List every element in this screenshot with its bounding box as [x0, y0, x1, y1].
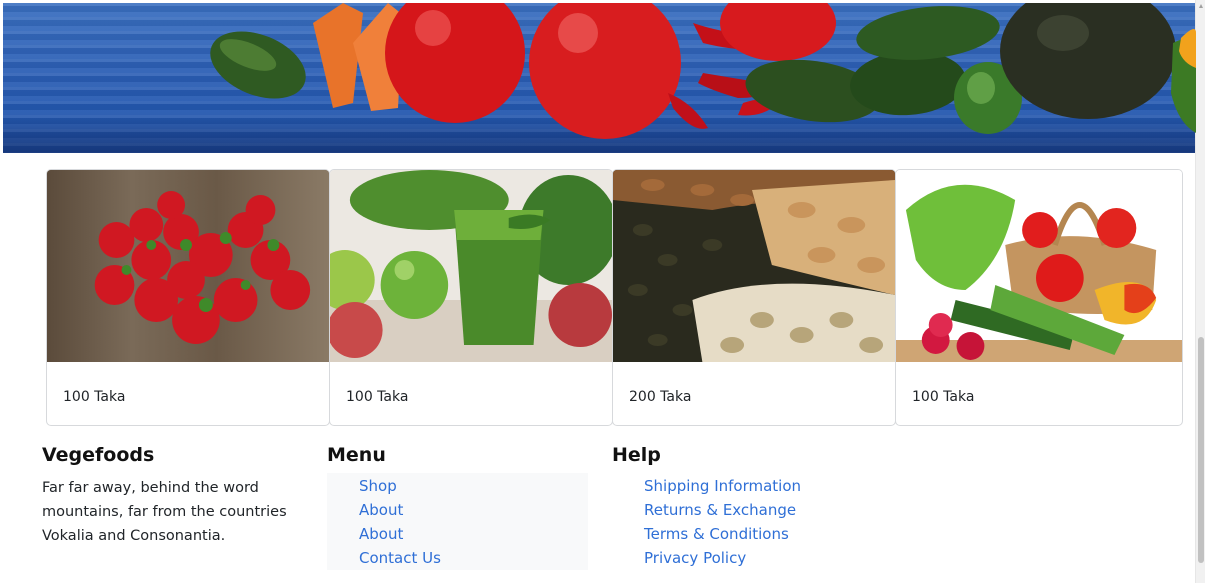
vegetables-banner-image — [210, 3, 1196, 139]
footer-brand-title: Vegefoods — [42, 444, 155, 466]
footer-menu-title: Menu — [327, 444, 386, 466]
product-card[interactable]: 200 Taka — [612, 169, 896, 426]
product-price: 100 Taka — [346, 389, 409, 405]
green-smoothie-image[interactable] — [330, 170, 612, 362]
vegetable-basket-image[interactable] — [896, 170, 1182, 362]
footer-link-contact[interactable]: Contact Us — [359, 546, 441, 570]
strawberries-image[interactable] — [47, 170, 329, 362]
footer-link-privacy[interactable]: Privacy Policy — [644, 546, 801, 570]
footer-link-returns[interactable]: Returns & Exchange — [644, 498, 801, 522]
footer-link-shipping[interactable]: Shipping Information — [644, 474, 801, 498]
scroll-up-arrow-icon[interactable] — [1199, 4, 1203, 8]
footer-link-about-2[interactable]: About — [359, 522, 441, 546]
footer-help-list: Shipping Information Returns & Exchange … — [644, 474, 801, 570]
product-price: 200 Taka — [629, 389, 692, 405]
product-cards: 100 Taka 100 Taka 200 Taka 100 Taka — [46, 169, 1184, 426]
mixed-nuts-image[interactable] — [613, 170, 895, 362]
product-card[interactable]: 100 Taka — [329, 169, 613, 426]
page-scrollbar[interactable] — [1195, 0, 1205, 583]
footer-menu-list: Shop About About Contact Us — [359, 474, 441, 570]
hero-banner — [3, 3, 1196, 153]
product-card[interactable]: 100 Taka — [46, 169, 330, 426]
footer-link-terms[interactable]: Terms & Conditions — [644, 522, 801, 546]
product-price: 100 Taka — [63, 389, 126, 405]
footer-link-about[interactable]: About — [359, 498, 441, 522]
product-card[interactable]: 100 Taka — [895, 169, 1183, 426]
product-price: 100 Taka — [912, 389, 975, 405]
footer-brand-text: Far far away, behind the word mountains,… — [42, 480, 287, 544]
scrollbar-thumb[interactable] — [1198, 337, 1204, 563]
footer-help-title: Help — [612, 444, 661, 466]
footer-link-shop[interactable]: Shop — [359, 474, 441, 498]
